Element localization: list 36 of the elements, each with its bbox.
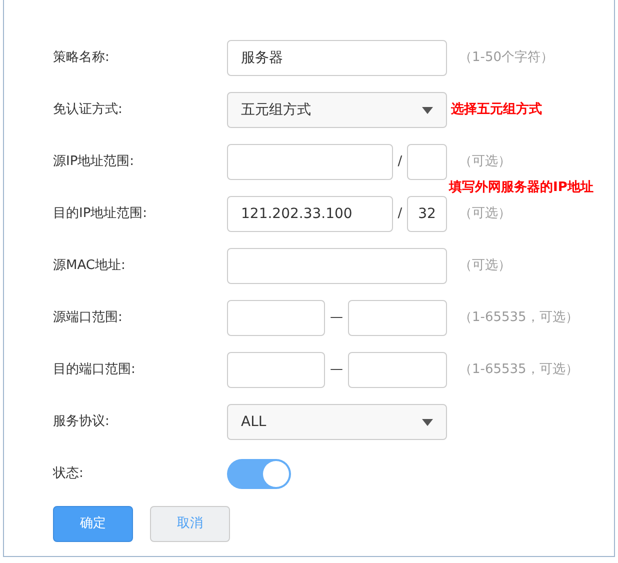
field-label: 状态: — [53, 465, 84, 484]
hint-text: （1-65535，可选） — [459, 361, 578, 380]
hint-text: （可选） — [459, 257, 511, 276]
input-field[interactable] — [227, 248, 447, 284]
separator: / — [396, 205, 404, 224]
field-label: 源MAC地址: — [53, 257, 126, 276]
toggle-switch[interactable] — [227, 459, 291, 489]
input-field[interactable]: 121.202.33.100 — [227, 196, 393, 232]
hint-text: （可选） — [459, 153, 511, 172]
input-field[interactable] — [227, 144, 393, 180]
field-label: 目的端口范围: — [53, 361, 136, 380]
hint-text: （1-65535，可选） — [459, 309, 578, 328]
field-label: 免认证方式: — [53, 101, 124, 120]
input-field[interactable] — [407, 144, 447, 180]
input-field[interactable]: 32 — [407, 196, 447, 232]
separator: / — [396, 153, 404, 172]
hint-text: （1-50个字符） — [459, 49, 554, 68]
annotation-text: 选择五元组方式 — [451, 100, 542, 120]
field-label: 策略名称: — [53, 49, 110, 68]
separator: — — [329, 361, 344, 380]
input-field[interactable]: 服务器 — [227, 40, 447, 76]
input-field[interactable] — [348, 352, 447, 388]
caret-icon — [422, 106, 433, 114]
field-label: 源端口范围: — [53, 309, 124, 328]
input-field[interactable] — [227, 300, 325, 336]
caret-icon — [422, 418, 433, 426]
input-field[interactable] — [348, 300, 447, 336]
separator: — — [329, 309, 344, 328]
dropdown[interactable]: ALL — [227, 404, 447, 440]
hint-text: （可选） — [459, 205, 511, 224]
annotation-text: 填写外网服务器的IP地址 — [449, 179, 594, 197]
input-field[interactable] — [227, 352, 325, 388]
field-label: 源IP地址范围: — [53, 153, 136, 172]
field-label: 目的IP地址范围: — [53, 205, 148, 224]
field-label: 服务协议: — [53, 413, 110, 432]
dropdown[interactable]: 五元组方式 — [227, 92, 447, 128]
